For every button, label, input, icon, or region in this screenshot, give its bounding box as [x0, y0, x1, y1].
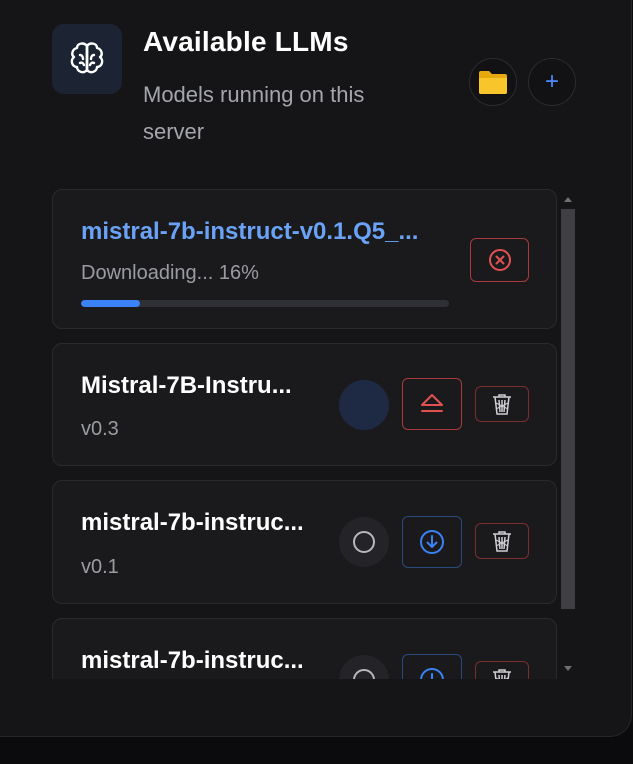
- page-title: Available LLMs: [143, 26, 349, 57]
- panel-header: Available LLMs Models running on this se…: [52, 24, 591, 154]
- model-status-indicator: [339, 380, 389, 430]
- add-model-button[interactable]: +: [528, 58, 576, 106]
- model-list[interactable]: mistral-7b-instruct-v0.1.Q5_... Download…: [52, 189, 577, 679]
- cancel-download-button[interactable]: [470, 238, 529, 282]
- model-name: mistral-7b-instruc...: [81, 509, 304, 536]
- delete-model-button[interactable]: [475, 386, 529, 422]
- eject-icon: [421, 394, 443, 412]
- scroll-up-icon[interactable]: [564, 197, 572, 202]
- download-status: Downloading... 16%: [81, 262, 259, 284]
- model-card: mistral-7b-instruc...: [52, 618, 557, 679]
- radio-circle-icon: [353, 531, 375, 553]
- cancel-circle-icon: [488, 249, 511, 271]
- plus-icon: +: [544, 68, 559, 95]
- model-status-indicator[interactable]: [339, 655, 389, 679]
- download-card: mistral-7b-instruct-v0.1.Q5_... Download…: [52, 189, 557, 329]
- model-status-indicator[interactable]: [339, 517, 389, 567]
- model-card: mistral-7b-instruc... v0.1: [52, 480, 557, 604]
- llm-panel: Available LLMs Models running on this se…: [0, 0, 632, 737]
- load-model-button[interactable]: [402, 654, 462, 679]
- list-scrollbar[interactable]: [561, 196, 575, 678]
- trash-icon: [493, 669, 511, 679]
- download-progress-bar: [81, 300, 449, 307]
- trash-icon: [493, 394, 511, 415]
- download-model-name: mistral-7b-instruct-v0.1.Q5_...: [81, 218, 419, 245]
- page-subtitle: Models running on this server: [143, 82, 365, 144]
- delete-model-button[interactable]: [475, 661, 529, 679]
- brain-icon: [52, 24, 122, 94]
- model-version: v0.1: [81, 556, 119, 578]
- unload-model-button[interactable]: [402, 378, 462, 430]
- model-card: Mistral-7B-Instru... v0.3: [52, 343, 557, 466]
- download-icon: [420, 668, 444, 679]
- model-version: v0.3: [81, 418, 119, 440]
- download-icon: [420, 530, 444, 554]
- model-name: mistral-7b-instruc...: [81, 647, 304, 674]
- download-progress-fill: [81, 300, 140, 307]
- delete-model-button[interactable]: [475, 523, 529, 559]
- model-name: Mistral-7B-Instru...: [81, 372, 292, 399]
- open-folder-button[interactable]: [469, 58, 517, 106]
- trash-icon: [493, 531, 511, 552]
- scroll-down-icon[interactable]: [564, 666, 572, 671]
- scroll-thumb[interactable]: [561, 209, 575, 609]
- radio-circle-icon: [353, 669, 375, 679]
- load-model-button[interactable]: [402, 516, 462, 568]
- folder-icon: [479, 71, 507, 94]
